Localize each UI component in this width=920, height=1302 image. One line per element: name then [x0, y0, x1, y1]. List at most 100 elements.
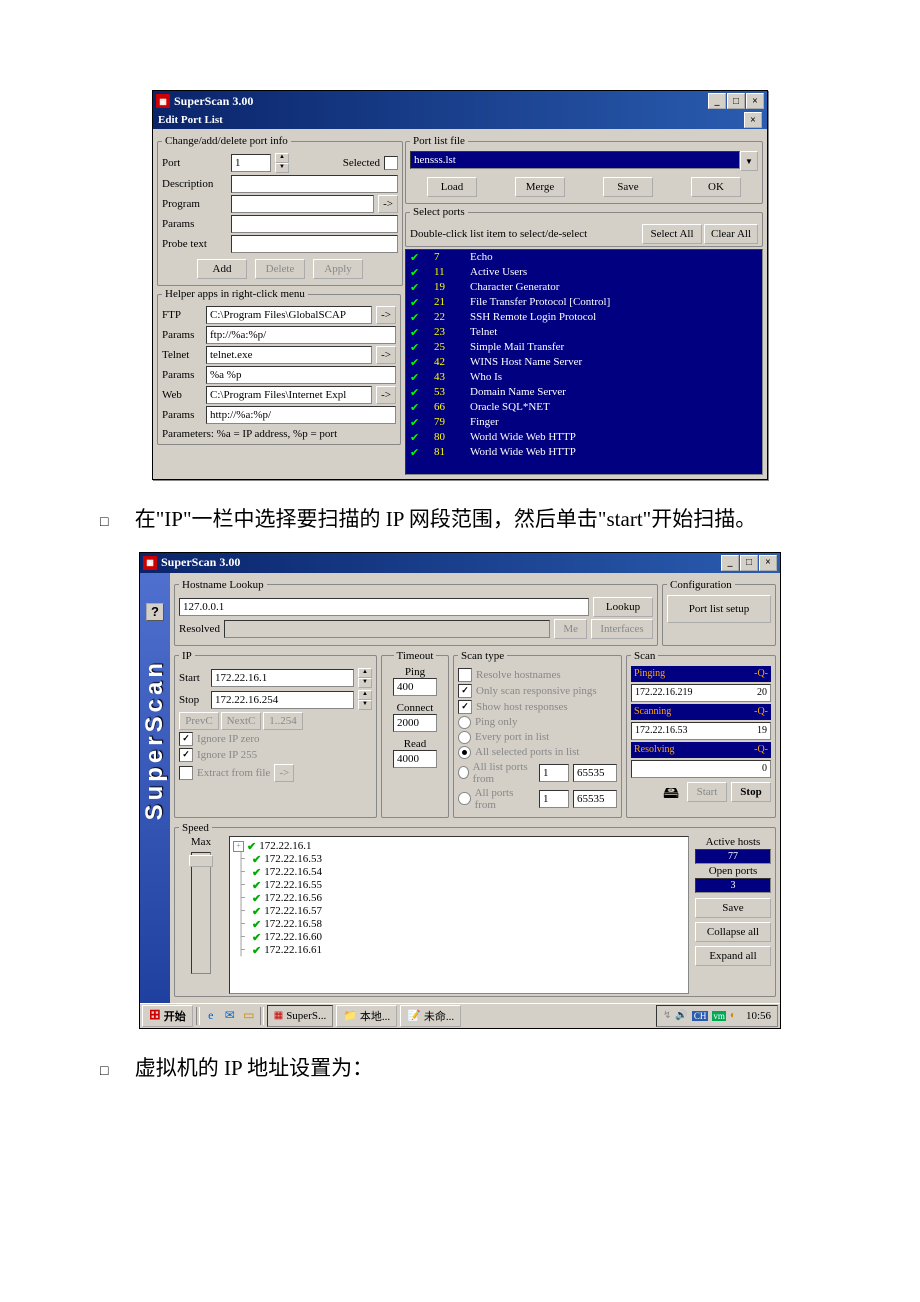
c1254-button[interactable]: 1..254 [263, 712, 303, 730]
port-list-item[interactable]: ✔66Oracle SQL*NET [406, 400, 762, 415]
telnet-browse-button[interactable]: -> [376, 346, 396, 364]
taskbar-local-button[interactable]: 📁本地... [336, 1005, 397, 1027]
ie-icon[interactable]: e [203, 1008, 219, 1024]
me-button[interactable]: Me [554, 619, 587, 639]
ime-indicator[interactable]: CH [692, 1011, 709, 1021]
maximize-button-2[interactable]: □ [740, 555, 758, 571]
port-list-item[interactable]: ✔25Simple Mail Transfer [406, 340, 762, 355]
expand-all-button[interactable]: Expand all [695, 946, 771, 966]
ignore-255-checkbox[interactable] [179, 748, 193, 762]
speed-slider-thumb[interactable] [189, 855, 213, 867]
port-spinner[interactable]: ▲▼ [275, 153, 289, 173]
probe-input[interactable] [231, 235, 398, 253]
port-list-item[interactable]: ✔11Active Users [406, 265, 762, 280]
every-port-radio[interactable] [458, 731, 471, 744]
telnet-input[interactable] [206, 346, 372, 364]
port-list[interactable]: ✔7Echo✔11Active Users✔19Character Genera… [405, 249, 763, 475]
ftp-params-input[interactable] [206, 326, 396, 344]
titlebar-2[interactable]: ▦ SuperScan 3.00 _ □ × [140, 553, 780, 573]
merge-button[interactable]: Merge [515, 177, 565, 197]
ok-button[interactable]: OK [691, 177, 741, 197]
port-list-item[interactable]: ✔23Telnet [406, 325, 762, 340]
load-button[interactable]: Load [427, 177, 477, 197]
port-list-item[interactable]: ✔43Who Is [406, 370, 762, 385]
close-button-2[interactable]: × [759, 555, 777, 571]
port-list-item[interactable]: ✔81World Wide Web HTTP [406, 445, 762, 460]
volume-icon[interactable]: 🔊 [675, 1010, 687, 1021]
ftp-browse-button[interactable]: -> [376, 306, 396, 324]
close-button[interactable]: × [746, 93, 764, 109]
show-host-checkbox[interactable] [458, 700, 472, 714]
web-browse-button[interactable]: -> [376, 386, 396, 404]
titlebar[interactable]: ▦ SuperScan 3.00 _ □ × [153, 91, 767, 111]
selected-checkbox[interactable] [384, 156, 398, 170]
interfaces-button[interactable]: Interfaces [591, 619, 653, 639]
outlook-icon[interactable]: ✉ [222, 1008, 238, 1024]
extract-file-checkbox[interactable] [179, 766, 193, 780]
ignore-zero-checkbox[interactable] [179, 732, 193, 746]
sub-close-button[interactable]: × [744, 112, 762, 128]
port-list-item[interactable]: ✔80World Wide Web HTTP [406, 430, 762, 445]
port-list-item[interactable]: ✔19Character Generator [406, 280, 762, 295]
vm-icon[interactable]: vm [712, 1011, 726, 1021]
lookup-button[interactable]: Lookup [593, 597, 653, 617]
delete-button[interactable]: Delete [255, 259, 305, 279]
system-tray[interactable]: ↯ 🔊 CH vm ◐ 10:56 [656, 1005, 778, 1027]
tree-node[interactable]: ├✔172.22.16.55 [233, 879, 685, 892]
port-list-item[interactable]: ✔79Finger [406, 415, 762, 430]
ping-only-radio[interactable] [458, 716, 471, 729]
only-scan-checkbox[interactable] [458, 684, 472, 698]
ports-to-input[interactable] [573, 790, 617, 808]
start-ip-spinner[interactable]: ▲▼ [358, 668, 372, 688]
add-button[interactable]: Add [197, 259, 247, 279]
port-list-item[interactable]: ✔22SSH Remote Login Protocol [406, 310, 762, 325]
all-list-from-radio[interactable] [458, 766, 469, 779]
collapse-all-button[interactable]: Collapse all [695, 922, 771, 942]
port-list-setup-button[interactable]: Port list setup [667, 595, 771, 623]
port-list-item[interactable]: ✔21File Transfer Protocol [Control] [406, 295, 762, 310]
prevc-button[interactable]: PrevC [179, 712, 219, 730]
tree-node[interactable]: ├✔172.22.16.54 [233, 866, 685, 879]
start-menu-button[interactable]: ⊞开始 [142, 1005, 193, 1027]
port-list-item[interactable]: ✔7Echo [406, 250, 762, 265]
tree-node[interactable]: ├✔172.22.16.60 [233, 931, 685, 944]
clear-all-button[interactable]: Clear All [704, 224, 758, 244]
description-input[interactable] [231, 175, 398, 193]
save-results-button[interactable]: Save [695, 898, 771, 918]
ping-timeout-input[interactable] [393, 678, 437, 696]
minimize-button-2[interactable]: _ [721, 555, 739, 571]
tray-icon-2[interactable]: ◐ [730, 1010, 736, 1021]
taskbar-superscan-button[interactable]: ▦SuperS... [267, 1005, 333, 1027]
select-all-button[interactable]: Select All [642, 224, 702, 244]
tree-node[interactable]: ├✔172.22.16.56 [233, 892, 685, 905]
desktop-icon[interactable]: ▭ [241, 1008, 257, 1024]
results-tree[interactable]: +✔172.22.16.1├✔172.22.16.53├✔172.22.16.5… [229, 836, 689, 994]
params-input[interactable] [231, 215, 398, 233]
port-list-item[interactable]: ✔53Domain Name Server [406, 385, 762, 400]
tree-node[interactable]: ├✔172.22.16.61 [233, 944, 685, 957]
port-input[interactable] [231, 154, 271, 172]
ftp-input[interactable] [206, 306, 372, 324]
stop-ip-spinner[interactable]: ▲▼ [358, 690, 372, 710]
tray-icon-1[interactable]: ↯ [663, 1010, 671, 1021]
all-ports-from-radio[interactable] [458, 792, 471, 805]
stop-ip-input[interactable] [211, 691, 354, 709]
file-input[interactable] [410, 151, 740, 169]
program-browse-button[interactable]: -> [378, 195, 398, 213]
file-combo[interactable]: ▼ [410, 151, 758, 171]
apply-button[interactable]: Apply [313, 259, 363, 279]
help-button[interactable]: ? [146, 603, 164, 621]
list-from-input[interactable] [539, 764, 569, 782]
port-list-item[interactable]: ✔42WINS Host Name Server [406, 355, 762, 370]
tree-node[interactable]: +✔172.22.16.1 [233, 840, 685, 853]
list-to-input[interactable] [573, 764, 617, 782]
all-selected-radio[interactable] [458, 746, 471, 759]
program-input[interactable] [231, 195, 374, 213]
web-input[interactable] [206, 386, 372, 404]
connect-timeout-input[interactable] [393, 714, 437, 732]
save-button[interactable]: Save [603, 177, 653, 197]
extract-browse-button[interactable]: -> [274, 764, 294, 782]
maximize-button[interactable]: □ [727, 93, 745, 109]
nextc-button[interactable]: NextC [221, 712, 261, 730]
web-params-input[interactable] [206, 406, 396, 424]
